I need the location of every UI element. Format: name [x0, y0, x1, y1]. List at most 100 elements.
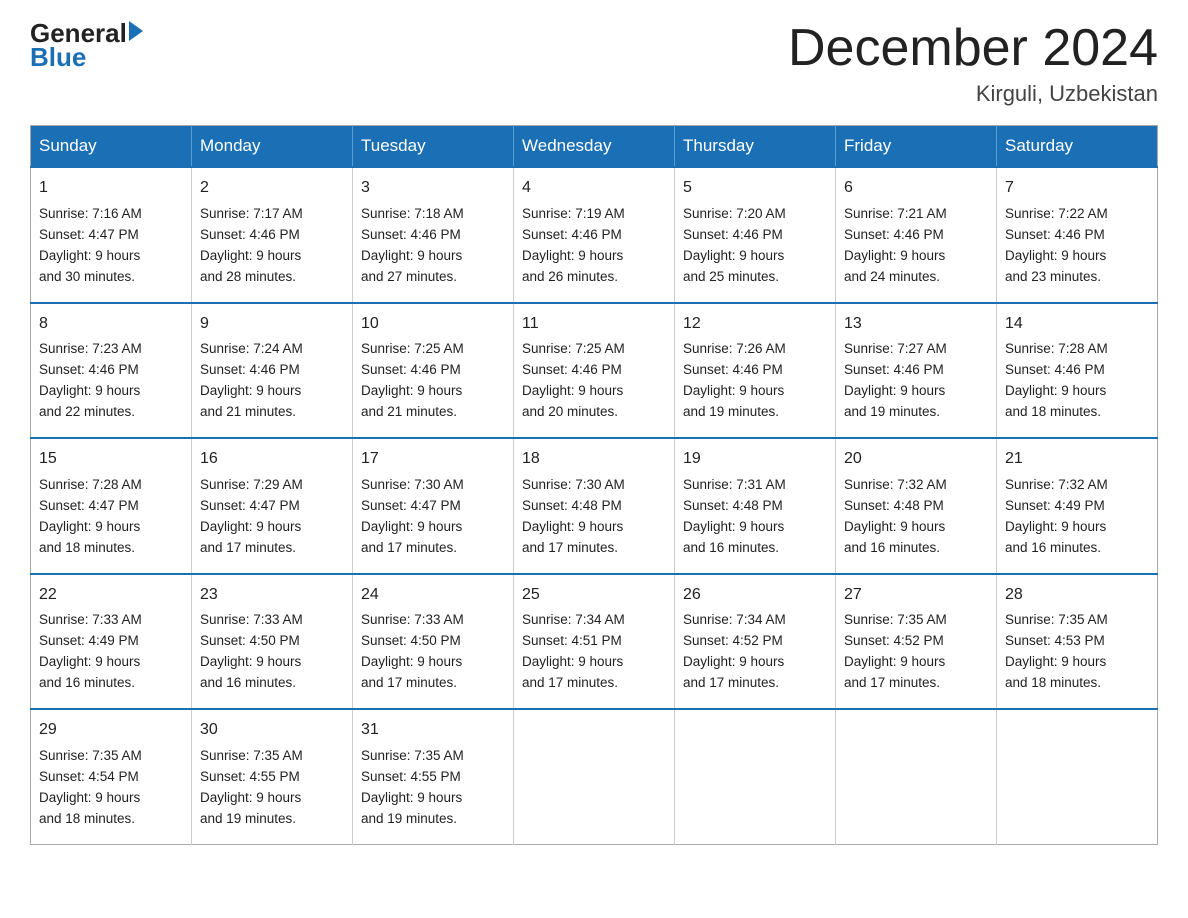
day-number: 26	[683, 583, 827, 608]
day-info-block: Sunrise: 7:17 AMSunset: 4:46 PMDaylight:…	[200, 204, 344, 288]
calendar-cell: 3 Sunrise: 7:18 AMSunset: 4:46 PMDayligh…	[353, 167, 514, 302]
calendar-cell: 31 Sunrise: 7:35 AMSunset: 4:55 PMDaylig…	[353, 709, 514, 844]
day-number: 8	[39, 312, 183, 337]
calendar-cell: 15 Sunrise: 7:28 AMSunset: 4:47 PMDaylig…	[31, 438, 192, 573]
day-number: 30	[200, 718, 344, 743]
day-number: 21	[1005, 447, 1149, 472]
calendar-cell: 27 Sunrise: 7:35 AMSunset: 4:52 PMDaylig…	[836, 574, 997, 709]
day-info-block: Sunrise: 7:23 AMSunset: 4:46 PMDaylight:…	[39, 339, 183, 423]
page-header: General Blue December 2024 Kirguli, Uzbe…	[30, 20, 1158, 107]
day-number: 28	[1005, 583, 1149, 608]
calendar-cell: 17 Sunrise: 7:30 AMSunset: 4:47 PMDaylig…	[353, 438, 514, 573]
calendar-cell: 19 Sunrise: 7:31 AMSunset: 4:48 PMDaylig…	[675, 438, 836, 573]
header-saturday: Saturday	[997, 126, 1158, 168]
weekday-header-row: Sunday Monday Tuesday Wednesday Thursday…	[31, 126, 1158, 168]
day-info-block: Sunrise: 7:32 AMSunset: 4:49 PMDaylight:…	[1005, 475, 1149, 559]
day-info-block: Sunrise: 7:35 AMSunset: 4:54 PMDaylight:…	[39, 746, 183, 830]
day-number: 16	[200, 447, 344, 472]
day-info-block: Sunrise: 7:35 AMSunset: 4:55 PMDaylight:…	[361, 746, 505, 830]
day-info-block: Sunrise: 7:32 AMSunset: 4:48 PMDaylight:…	[844, 475, 988, 559]
day-info-block: Sunrise: 7:20 AMSunset: 4:46 PMDaylight:…	[683, 204, 827, 288]
day-number: 22	[39, 583, 183, 608]
day-info-block: Sunrise: 7:33 AMSunset: 4:50 PMDaylight:…	[361, 610, 505, 694]
day-number: 2	[200, 176, 344, 201]
calendar-cell: 7 Sunrise: 7:22 AMSunset: 4:46 PMDayligh…	[997, 167, 1158, 302]
calendar-cell: 4 Sunrise: 7:19 AMSunset: 4:46 PMDayligh…	[514, 167, 675, 302]
calendar-week-1: 1 Sunrise: 7:16 AMSunset: 4:47 PMDayligh…	[31, 167, 1158, 302]
day-number: 24	[361, 583, 505, 608]
calendar-cell: 28 Sunrise: 7:35 AMSunset: 4:53 PMDaylig…	[997, 574, 1158, 709]
calendar-week-3: 15 Sunrise: 7:28 AMSunset: 4:47 PMDaylig…	[31, 438, 1158, 573]
calendar-cell: 14 Sunrise: 7:28 AMSunset: 4:46 PMDaylig…	[997, 303, 1158, 438]
title-block: December 2024 Kirguli, Uzbekistan	[788, 20, 1158, 107]
calendar-cell: 22 Sunrise: 7:33 AMSunset: 4:49 PMDaylig…	[31, 574, 192, 709]
day-info-block: Sunrise: 7:35 AMSunset: 4:53 PMDaylight:…	[1005, 610, 1149, 694]
day-info-block: Sunrise: 7:29 AMSunset: 4:47 PMDaylight:…	[200, 475, 344, 559]
day-number: 10	[361, 312, 505, 337]
day-info-block: Sunrise: 7:35 AMSunset: 4:52 PMDaylight:…	[844, 610, 988, 694]
calendar-cell: 10 Sunrise: 7:25 AMSunset: 4:46 PMDaylig…	[353, 303, 514, 438]
calendar-cell: 16 Sunrise: 7:29 AMSunset: 4:47 PMDaylig…	[192, 438, 353, 573]
header-tuesday: Tuesday	[353, 126, 514, 168]
day-info-block: Sunrise: 7:28 AMSunset: 4:47 PMDaylight:…	[39, 475, 183, 559]
calendar-cell: 8 Sunrise: 7:23 AMSunset: 4:46 PMDayligh…	[31, 303, 192, 438]
header-sunday: Sunday	[31, 126, 192, 168]
day-number: 15	[39, 447, 183, 472]
day-number: 19	[683, 447, 827, 472]
calendar-cell	[514, 709, 675, 844]
calendar-cell	[675, 709, 836, 844]
day-info-block: Sunrise: 7:19 AMSunset: 4:46 PMDaylight:…	[522, 204, 666, 288]
day-number: 11	[522, 312, 666, 337]
day-number: 23	[200, 583, 344, 608]
calendar-cell: 29 Sunrise: 7:35 AMSunset: 4:54 PMDaylig…	[31, 709, 192, 844]
day-number: 18	[522, 447, 666, 472]
day-info-block: Sunrise: 7:26 AMSunset: 4:46 PMDaylight:…	[683, 339, 827, 423]
day-info-block: Sunrise: 7:22 AMSunset: 4:46 PMDaylight:…	[1005, 204, 1149, 288]
month-title: December 2024	[788, 20, 1158, 77]
header-wednesday: Wednesday	[514, 126, 675, 168]
calendar-week-2: 8 Sunrise: 7:23 AMSunset: 4:46 PMDayligh…	[31, 303, 1158, 438]
calendar-cell: 6 Sunrise: 7:21 AMSunset: 4:46 PMDayligh…	[836, 167, 997, 302]
calendar-cell: 23 Sunrise: 7:33 AMSunset: 4:50 PMDaylig…	[192, 574, 353, 709]
calendar-cell	[836, 709, 997, 844]
day-number: 1	[39, 176, 183, 201]
day-number: 7	[1005, 176, 1149, 201]
day-number: 17	[361, 447, 505, 472]
calendar-cell: 12 Sunrise: 7:26 AMSunset: 4:46 PMDaylig…	[675, 303, 836, 438]
day-number: 31	[361, 718, 505, 743]
day-number: 5	[683, 176, 827, 201]
calendar-cell: 25 Sunrise: 7:34 AMSunset: 4:51 PMDaylig…	[514, 574, 675, 709]
day-number: 25	[522, 583, 666, 608]
header-friday: Friday	[836, 126, 997, 168]
day-info-block: Sunrise: 7:21 AMSunset: 4:46 PMDaylight:…	[844, 204, 988, 288]
day-number: 3	[361, 176, 505, 201]
day-info-block: Sunrise: 7:33 AMSunset: 4:49 PMDaylight:…	[39, 610, 183, 694]
logo-blue-text: Blue	[30, 42, 86, 73]
calendar-cell: 30 Sunrise: 7:35 AMSunset: 4:55 PMDaylig…	[192, 709, 353, 844]
calendar-table: Sunday Monday Tuesday Wednesday Thursday…	[30, 125, 1158, 844]
day-number: 6	[844, 176, 988, 201]
day-number: 12	[683, 312, 827, 337]
day-info-block: Sunrise: 7:35 AMSunset: 4:55 PMDaylight:…	[200, 746, 344, 830]
day-info-block: Sunrise: 7:31 AMSunset: 4:48 PMDaylight:…	[683, 475, 827, 559]
day-info-block: Sunrise: 7:24 AMSunset: 4:46 PMDaylight:…	[200, 339, 344, 423]
day-info-block: Sunrise: 7:28 AMSunset: 4:46 PMDaylight:…	[1005, 339, 1149, 423]
day-number: 27	[844, 583, 988, 608]
day-number: 13	[844, 312, 988, 337]
day-info-block: Sunrise: 7:30 AMSunset: 4:47 PMDaylight:…	[361, 475, 505, 559]
logo: General Blue	[30, 20, 143, 73]
day-info-block: Sunrise: 7:34 AMSunset: 4:51 PMDaylight:…	[522, 610, 666, 694]
calendar-cell: 2 Sunrise: 7:17 AMSunset: 4:46 PMDayligh…	[192, 167, 353, 302]
day-info-block: Sunrise: 7:33 AMSunset: 4:50 PMDaylight:…	[200, 610, 344, 694]
location-text: Kirguli, Uzbekistan	[788, 81, 1158, 107]
calendar-cell: 21 Sunrise: 7:32 AMSunset: 4:49 PMDaylig…	[997, 438, 1158, 573]
day-info-block: Sunrise: 7:34 AMSunset: 4:52 PMDaylight:…	[683, 610, 827, 694]
calendar-cell	[997, 709, 1158, 844]
calendar-cell: 1 Sunrise: 7:16 AMSunset: 4:47 PMDayligh…	[31, 167, 192, 302]
calendar-cell: 18 Sunrise: 7:30 AMSunset: 4:48 PMDaylig…	[514, 438, 675, 573]
logo-arrow-icon	[129, 21, 143, 41]
calendar-cell: 13 Sunrise: 7:27 AMSunset: 4:46 PMDaylig…	[836, 303, 997, 438]
calendar-cell: 11 Sunrise: 7:25 AMSunset: 4:46 PMDaylig…	[514, 303, 675, 438]
calendar-week-5: 29 Sunrise: 7:35 AMSunset: 4:54 PMDaylig…	[31, 709, 1158, 844]
day-number: 29	[39, 718, 183, 743]
